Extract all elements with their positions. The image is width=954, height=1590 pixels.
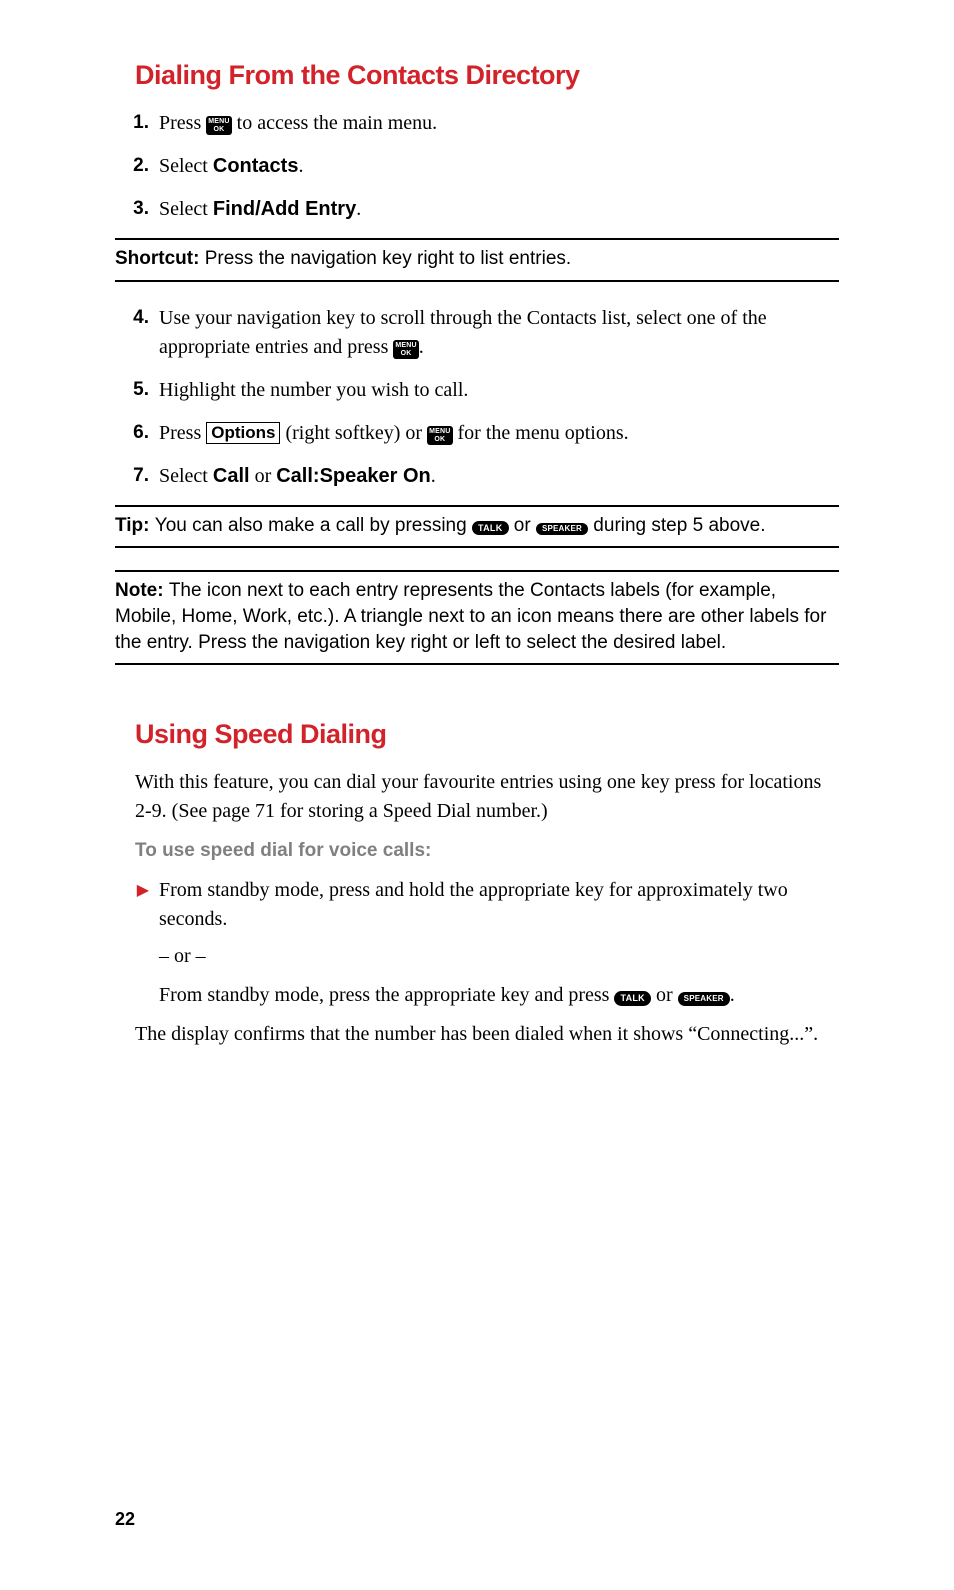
text: or — [509, 515, 536, 536]
menu-item: Find/Add Entry — [213, 198, 356, 220]
sub-heading: To use speed dial for voice calls: — [135, 840, 839, 862]
text: during step 5 above. — [588, 515, 765, 536]
callout-text: Press the navigation key right to list e… — [205, 248, 571, 269]
step-number: 4. — [115, 304, 159, 362]
text: Select — [159, 198, 213, 220]
step-body: Select Contacts. — [159, 152, 839, 181]
talk-key-icon: TALK — [614, 991, 651, 1006]
callout-text: The icon next to each entry represents t… — [115, 580, 826, 652]
text: Select — [159, 155, 213, 177]
callout-label: Shortcut: — [115, 248, 205, 269]
text: . — [730, 984, 735, 1006]
step-7: 7. Select Call or Call:Speaker On. — [115, 462, 839, 491]
bullet-item: ▶ From standby mode, press and hold the … — [115, 876, 839, 1010]
step-body: Highlight the number you wish to call. — [159, 376, 839, 405]
text: or — [250, 465, 277, 487]
talk-key-icon: TALK — [472, 521, 509, 535]
text: or — [651, 984, 678, 1006]
menu-ok-key-icon: MENUOK — [206, 116, 231, 135]
menu-item: Call — [213, 465, 250, 487]
bullet-list: ▶ From standby mode, press and hold the … — [115, 876, 839, 1010]
step-number: 7. — [115, 462, 159, 491]
tip-callout: Tip: You can also make a call by pressin… — [115, 505, 839, 549]
text: to access the main menu. — [232, 112, 438, 134]
step-5: 5. Highlight the number you wish to call… — [115, 376, 839, 405]
shortcut-callout: Shortcut: Press the navigation key right… — [115, 238, 839, 282]
text: . — [298, 155, 303, 177]
step-3: 3. Select Find/Add Entry. — [115, 195, 839, 224]
step-body: Select Find/Add Entry. — [159, 195, 839, 224]
step-number: 3. — [115, 195, 159, 224]
text: Press — [159, 112, 206, 134]
step-body: Press MENUOK to access the main menu. — [159, 109, 839, 138]
options-softkey-icon: Options — [206, 422, 280, 445]
bullet-body: From standby mode, press and hold the ap… — [159, 876, 839, 1010]
steps-list-2: 4. Use your navigation key to scroll thr… — [115, 304, 839, 491]
step-body: Select Call or Call:Speaker On. — [159, 462, 839, 491]
intro-paragraph: With this feature, you can dial your fav… — [135, 768, 839, 826]
manual-page: Dialing From the Contacts Directory 1. P… — [0, 0, 954, 1590]
steps-list-1: 1. Press MENUOK to access the main menu.… — [115, 109, 839, 224]
speaker-key-icon: SPEAKER — [678, 992, 730, 1006]
step-number: 2. — [115, 152, 159, 181]
closing-paragraph: The display confirms that the number has… — [135, 1020, 839, 1049]
menu-item: Call:Speaker On — [276, 465, 431, 487]
menu-ok-key-icon: MENUOK — [427, 426, 452, 445]
heading-speed-dialing: Using Speed Dialing — [135, 719, 839, 750]
text: From standby mode, press and hold the ap… — [159, 876, 839, 934]
triangle-bullet-icon: ▶ — [115, 876, 159, 1010]
text: . — [431, 465, 436, 487]
step-number: 6. — [115, 419, 159, 448]
step-number: 5. — [115, 376, 159, 405]
text: . — [356, 198, 361, 220]
step-1: 1. Press MENUOK to access the main menu. — [115, 109, 839, 138]
step-6: 6. Press Options (right softkey) or MENU… — [115, 419, 839, 448]
heading-dialing-contacts: Dialing From the Contacts Directory — [135, 60, 839, 91]
callout-label: Note: — [115, 580, 169, 601]
text: From standby mode, press the appropriate… — [159, 984, 614, 1006]
step-number: 1. — [115, 109, 159, 138]
text: From standby mode, press the appropriate… — [159, 981, 839, 1010]
text: for the menu options. — [453, 422, 629, 444]
or-separator: – or – — [159, 942, 839, 971]
text: You can also make a call by pressing — [155, 515, 472, 536]
step-body: Use your navigation key to scroll throug… — [159, 304, 839, 362]
menu-ok-key-icon: MENUOK — [393, 340, 418, 359]
note-callout: Note: The icon next to each entry repres… — [115, 570, 839, 665]
step-4: 4. Use your navigation key to scroll thr… — [115, 304, 839, 362]
callout-label: Tip: — [115, 515, 155, 536]
text: Use your navigation key to scroll throug… — [159, 307, 767, 358]
step-body: Press Options (right softkey) or MENUOK … — [159, 419, 839, 448]
text: (right softkey) or — [280, 422, 427, 444]
step-2: 2. Select Contacts. — [115, 152, 839, 181]
text: . — [419, 336, 424, 358]
text: Press — [159, 422, 206, 444]
text: Select — [159, 465, 213, 487]
page-number: 22 — [115, 1509, 135, 1530]
menu-item: Contacts — [213, 155, 299, 177]
speaker-key-icon: SPEAKER — [536, 523, 588, 536]
